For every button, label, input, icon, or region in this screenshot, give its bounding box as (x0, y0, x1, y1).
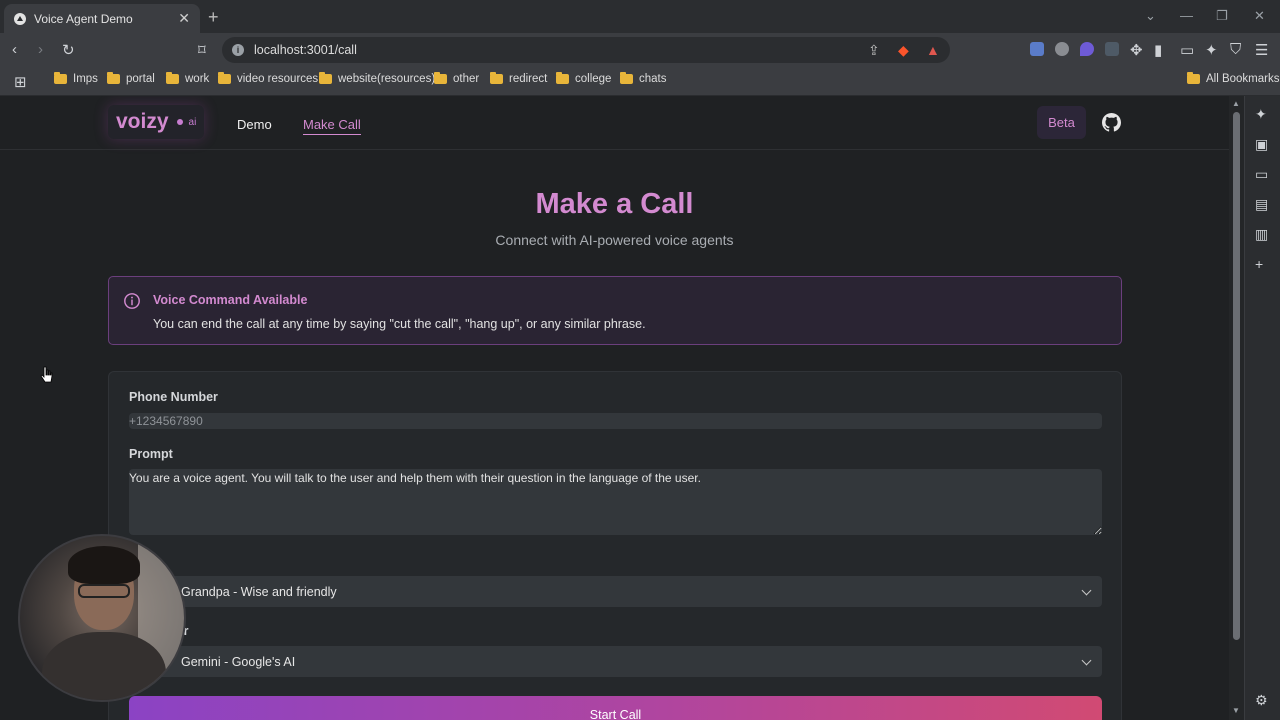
wallet-icon[interactable]: ▭ (1255, 166, 1268, 183)
bookmarks-bar: ⊞ Imps portal work video resources websi… (0, 67, 1280, 96)
bookmark-folder[interactable]: redirect (490, 72, 547, 85)
beta-badge[interactable]: Beta (1037, 106, 1086, 139)
folder-icon (54, 72, 67, 84)
scroll-up-icon[interactable]: ▲ (1232, 99, 1240, 108)
minimize-icon[interactable]: — (1180, 8, 1193, 23)
folder-icon (107, 72, 120, 84)
leo-ai-icon[interactable]: ✦ (1255, 106, 1267, 123)
site-logo[interactable]: voizy ai (108, 105, 205, 139)
browser-side-panel: ✦ ▣ ▭ ▤ ▥ + ⚙ (1244, 96, 1280, 720)
bookmark-folder[interactable]: video resources (218, 72, 318, 85)
github-icon[interactable] (1102, 113, 1121, 132)
share-icon[interactable]: ⇪ (868, 42, 880, 59)
menu-icon[interactable]: ☰ (1255, 41, 1268, 59)
folder-icon (166, 72, 179, 84)
sidebar-toggle-icon[interactable]: ▮ (1154, 41, 1162, 59)
vpn-icon[interactable]: ⛉ (1230, 41, 1241, 58)
add-panel-icon[interactable]: + (1255, 256, 1263, 272)
call-form: Phone Number Prompt You are a voice agen… (108, 371, 1122, 720)
site-header: voizy ai Demo Make Call Beta (0, 96, 1229, 150)
browser-toolbar: ‹ › ↻ ⌑ i localhost:3001/call ⇪ ◆ ▲ ✥ ▮ … (0, 33, 1280, 67)
bookmark-folder[interactable]: chats (620, 72, 667, 85)
bookmark-icon[interactable]: ⌑ (198, 41, 206, 59)
phone-number-input[interactable] (129, 413, 1102, 429)
bookmark-folder[interactable]: college (556, 72, 611, 85)
media-icon[interactable]: ▣ (1255, 136, 1268, 153)
extension-icon-1[interactable] (1030, 42, 1044, 56)
logo-text: voizy (116, 110, 169, 133)
bookmark-folder[interactable]: website(resources) (319, 72, 435, 85)
back-icon[interactable]: ‹ (12, 41, 17, 58)
folder-icon (218, 72, 231, 84)
page-title: Make a Call (535, 188, 694, 220)
tab-search-icon[interactable]: ⌄ (1145, 8, 1156, 24)
brave-shield-icon[interactable]: ◆ (898, 42, 909, 59)
webcam-person-hair (68, 546, 140, 584)
bookmark-folder[interactable]: work (166, 72, 209, 85)
brave-rewards-icon[interactable]: ▲ (926, 42, 940, 58)
provider-select-value: Gemini - Google's AI (181, 654, 296, 669)
folder-icon (1187, 72, 1200, 84)
start-call-button[interactable]: Start Call (129, 696, 1102, 720)
bookmark-folder[interactable]: Imps (54, 72, 98, 85)
site-info-icon[interactable]: i (232, 44, 244, 56)
bookmark-folder[interactable]: other (434, 72, 479, 85)
bookmarks-panel-icon[interactable]: ▤ (1255, 196, 1268, 213)
folder-icon (490, 72, 503, 84)
puzzle-icon[interactable]: ✥ (1130, 41, 1143, 59)
notice-title: Voice Command Available (153, 293, 308, 307)
bookmark-folder[interactable]: portal (107, 72, 155, 85)
folder-icon (620, 72, 633, 84)
mouse-cursor-icon (40, 366, 53, 383)
page-subtitle: Connect with AI-powered voice agents (495, 232, 734, 248)
favicon-icon (14, 12, 26, 25)
reload-icon[interactable]: ↻ (62, 41, 75, 59)
chevron-down-icon (1081, 655, 1092, 666)
provider-select[interactable]: Gemini - Google's AI (129, 646, 1102, 677)
scroll-down-icon[interactable]: ▼ (1232, 706, 1240, 715)
new-tab-button[interactable]: + (208, 7, 219, 28)
prompt-textarea[interactable]: You are a voice agent. You will talk to … (129, 469, 1102, 535)
reading-list-icon[interactable]: ▥ (1255, 226, 1268, 243)
address-bar[interactable]: i localhost:3001/call ⇪ ◆ ▲ (222, 37, 950, 63)
webcam-overlay (18, 534, 186, 702)
webcam-person-glasses (78, 584, 130, 598)
close-window-icon[interactable]: ✕ (1254, 8, 1265, 24)
wallet-icon[interactable]: ▭ (1180, 41, 1194, 59)
apps-grid-icon[interactable]: ⊞ (14, 73, 27, 91)
extension-icon-2[interactable] (1055, 42, 1069, 56)
info-icon (124, 293, 140, 309)
logo-dot (176, 119, 183, 125)
maximize-icon[interactable]: ❐ (1216, 8, 1228, 24)
leo-ai-icon[interactable]: ✦ (1205, 41, 1218, 59)
nav-link-demo[interactable]: Demo (237, 117, 272, 132)
phone-number-label: Phone Number (129, 390, 218, 404)
folder-icon (434, 72, 447, 84)
settings-gear-icon[interactable]: ⚙ (1255, 692, 1268, 709)
voice-select[interactable]: Grandpa - Wise and friendly (129, 576, 1102, 607)
folder-icon (319, 72, 332, 84)
scroll-thumb[interactable] (1233, 112, 1240, 640)
extension-icon-4[interactable] (1105, 42, 1119, 56)
close-tab-icon[interactable]: ✕ (178, 10, 190, 27)
extension-icon-3[interactable] (1080, 42, 1094, 56)
logo-suffix: ai (188, 116, 197, 128)
webcam-person-body (42, 632, 166, 700)
folder-icon (556, 72, 569, 84)
chevron-down-icon (1081, 585, 1092, 596)
all-bookmarks-folder[interactable]: All Bookmarks (1187, 72, 1280, 85)
voice-command-notice: Voice Command Available You can end the … (108, 276, 1122, 345)
nav-link-make-call[interactable]: Make Call (303, 117, 361, 135)
url-text: localhost:3001/call (254, 43, 357, 57)
prompt-label: Prompt (129, 447, 173, 461)
browser-tab-bar: Voice Agent Demo ✕ + ⌄ — ❐ ✕ (0, 0, 1280, 33)
tab-title: Voice Agent Demo (34, 11, 133, 26)
page-scrollbar[interactable]: ▲ ▼ (1229, 96, 1244, 720)
notice-text: You can end the call at any time by sayi… (153, 317, 646, 331)
browser-tab[interactable]: Voice Agent Demo ✕ (4, 4, 200, 33)
forward-icon[interactable]: › (38, 41, 43, 58)
voice-select-value: Grandpa - Wise and friendly (181, 584, 337, 599)
